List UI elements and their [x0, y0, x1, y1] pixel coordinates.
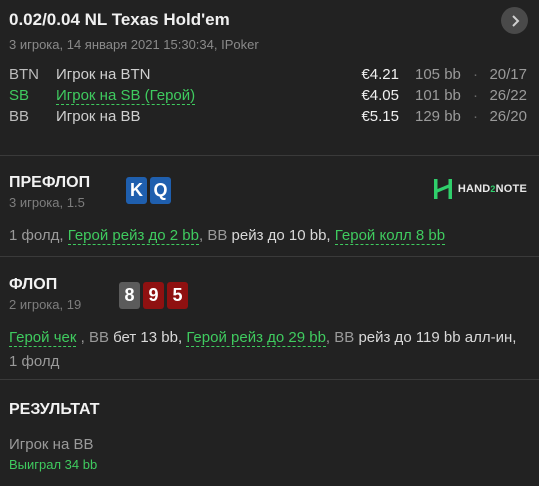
action-text: рейз до 10 bb,: [231, 227, 331, 244]
hand-subtitle: 3 игрока, 14 января 2021 15:30:34, IPoke…: [9, 37, 259, 52]
flop-title: ФЛОП: [9, 276, 58, 293]
hand2note-logo-icon: [433, 179, 452, 199]
preflop-actions: 1 фолд, Герой рейз до 2 bb, BB рейз до 1…: [9, 224, 527, 248]
separator-dot: ·: [473, 108, 478, 125]
player-name: Игрок на BTN: [56, 66, 151, 83]
hero-hole-cards: K Q: [126, 177, 171, 204]
flop-board-cards: 8 9 5: [119, 282, 188, 309]
player-stats: 26/22: [489, 87, 527, 104]
card: 8: [119, 282, 140, 309]
player-stack-bb: 105 bb: [415, 66, 461, 83]
player-position: SB: [9, 87, 30, 104]
player-name-hero[interactable]: Игрок на SB (Герой): [56, 87, 196, 105]
hand-header: 0.02/0.04 NL Texas Hold'em 3 игрока, 14 …: [0, 0, 539, 156]
preflop-section: ПРЕФЛОП 3 игрока, 1.5 K Q 1 фолд, Герой …: [0, 156, 539, 257]
action-text: ,: [325, 329, 331, 346]
winner-name: Игрок на BB: [9, 436, 94, 453]
player-stack: €4.21: [361, 66, 399, 83]
player-stack: €4.05: [361, 87, 399, 104]
preflop-title: ПРЕФЛОП: [9, 174, 91, 191]
player-label: BB: [88, 329, 109, 346]
hand-title: 0.02/0.04 NL Texas Hold'em: [9, 10, 230, 29]
player-name: Игрок на BB: [56, 108, 141, 125]
hand2note-logo-text: HAND2NOTE: [457, 183, 527, 195]
action-text: бет 13 bb,: [113, 329, 183, 346]
player-label: BB: [207, 227, 228, 244]
hero-action-link[interactable]: Герой рейз до 2 bb: [67, 227, 199, 245]
card: 9: [143, 282, 164, 309]
flop-actions: Герой чек , BB бет 13 bb, Герой рейз до …: [9, 326, 527, 374]
hand2note-logo: HAND2NOTE: [432, 178, 527, 200]
player-label: BB: [334, 329, 355, 346]
player-stack: €5.15: [361, 108, 399, 125]
player-row-bb[interactable]: BB Игрок на BB €5.15 129 bb · 26/20: [0, 108, 539, 129]
card: 5: [167, 282, 188, 309]
card: K: [126, 177, 147, 204]
result-section: РЕЗУЛЬТАТ Игрок на BB Выиграл 34 bb: [0, 380, 539, 486]
card: Q: [150, 177, 171, 204]
action-text: ,: [198, 227, 204, 244]
player-row-sb[interactable]: SB Игрок на SB (Герой) €4.05 101 bb · 26…: [0, 87, 539, 108]
action-text: 1 фолд,: [9, 227, 64, 244]
separator-dot: ·: [473, 87, 478, 104]
hero-action-link[interactable]: Герой рейз до 29 bb: [186, 329, 326, 347]
action-text: 1 фолд: [9, 353, 60, 370]
result-title: РЕЗУЛЬТАТ: [9, 401, 100, 418]
action-text: рейз до 119 bb алл-ин,: [358, 329, 517, 346]
player-position: BTN: [9, 66, 39, 83]
next-hand-button[interactable]: [501, 7, 528, 34]
action-text: ,: [80, 329, 85, 346]
flop-section: ФЛОП 2 игрока, 19 8 9 5 Герой чек , BB б…: [0, 257, 539, 380]
player-stats: 26/20: [489, 108, 527, 125]
player-stats: 20/17: [489, 66, 527, 83]
flop-subtitle: 2 игрока, 19: [9, 297, 82, 312]
hero-action-link[interactable]: Герой чек: [9, 329, 77, 347]
chevron-right-icon: [511, 14, 519, 27]
separator-dot: ·: [473, 66, 478, 83]
player-stack-bb: 129 bb: [415, 108, 461, 125]
preflop-subtitle: 3 игрока, 1.5: [9, 195, 85, 210]
hero-action-link[interactable]: Герой колл 8 bb: [334, 227, 446, 245]
players-list: BTN Игрок на BTN €4.21 105 bb · 20/17 SB…: [0, 66, 539, 129]
player-stack-bb: 101 bb: [415, 87, 461, 104]
winnings-amount: Выиграл 34 bb: [9, 457, 98, 472]
player-row-btn[interactable]: BTN Игрок на BTN €4.21 105 bb · 20/17: [0, 66, 539, 87]
player-position: BB: [9, 108, 30, 125]
